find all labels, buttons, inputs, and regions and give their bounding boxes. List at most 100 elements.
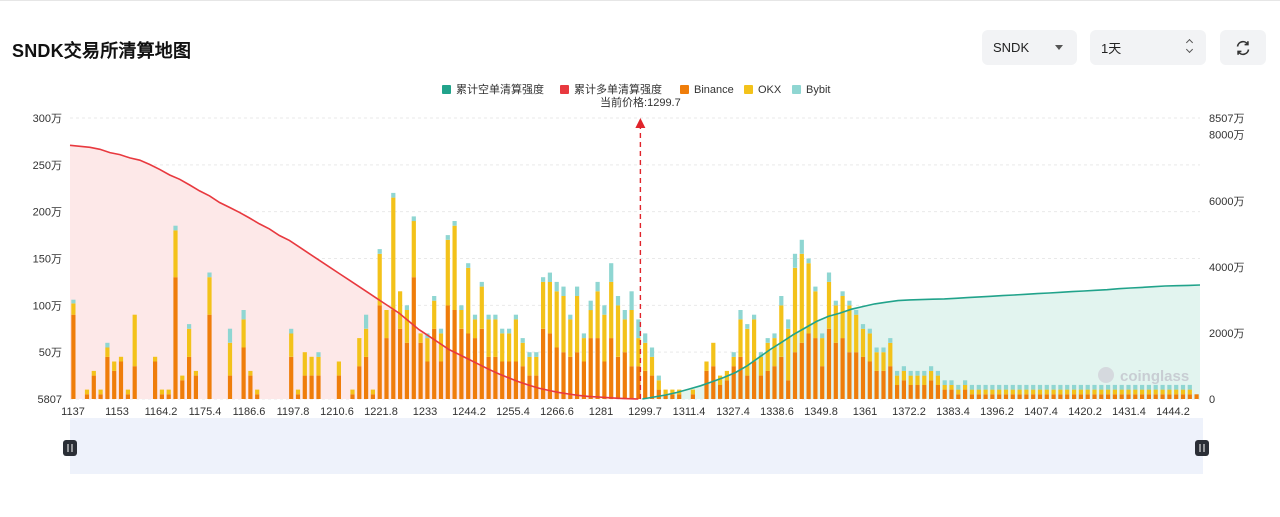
bar-bybit: [1106, 384, 1111, 390]
bar-okx: [125, 389, 130, 395]
x-tick-label: 1407.4: [1024, 406, 1058, 418]
bar-binance: [1174, 394, 1179, 399]
bar-binance: [398, 328, 403, 400]
bar-binance: [813, 338, 818, 399]
bar-okx: [302, 352, 307, 376]
bar-okx: [575, 296, 580, 353]
bar-binance: [418, 342, 423, 399]
bar-bybit: [615, 296, 621, 306]
legend-swatch: [560, 85, 569, 94]
bar-binance: [976, 394, 981, 399]
x-tick-label: 1420.2: [1068, 406, 1102, 418]
bar-binance: [806, 333, 811, 399]
bar-binance: [765, 370, 770, 399]
x-tick-label: 1186.6: [233, 406, 266, 418]
bar-binance: [888, 366, 893, 399]
bar-okx: [765, 342, 770, 371]
bar-okx: [513, 319, 518, 362]
bar-binance: [1024, 394, 1029, 399]
bar-okx: [718, 375, 723, 385]
bar-okx: [867, 333, 872, 362]
bar-okx: [888, 342, 893, 367]
bar-bybit: [602, 305, 607, 315]
bar-bybit: [860, 324, 866, 329]
range-slider-handle-left[interactable]: [63, 440, 77, 456]
bar-binance: [1037, 394, 1043, 399]
bar-binance: [997, 394, 1002, 399]
bar-okx: [1037, 389, 1043, 395]
bar-okx: [180, 375, 185, 381]
bar-bybit: [554, 281, 559, 292]
range-select[interactable]: 1天: [1090, 30, 1206, 65]
bar-okx: [479, 286, 484, 329]
bar-bybit: [479, 281, 484, 287]
y-right-tick-label: 8507万: [1209, 113, 1244, 125]
slider-handle-body: [63, 440, 77, 456]
bar-okx: [602, 314, 607, 362]
bar-binance: [118, 361, 124, 399]
bar-binance: [527, 375, 532, 399]
bar-binance: [105, 356, 110, 399]
bar-binance: [901, 380, 906, 399]
bar-bybit: [609, 263, 614, 282]
bar-binance: [1153, 394, 1158, 399]
bar-bybit: [411, 216, 416, 222]
bar-binance: [1003, 394, 1009, 399]
bar-okx: [997, 389, 1002, 395]
bar-binance: [1119, 394, 1124, 399]
bar-binance: [1085, 394, 1090, 399]
range-slider-handle-right[interactable]: [1195, 440, 1209, 456]
bar-bybit: [507, 328, 512, 334]
bar-okx: [255, 389, 260, 395]
bar-okx: [1187, 389, 1192, 395]
bar-okx: [860, 328, 866, 357]
refresh-button[interactable]: [1220, 30, 1266, 65]
bar-okx: [963, 384, 968, 390]
bar-binance: [438, 361, 444, 399]
bar-bybit: [799, 239, 804, 254]
bar-okx: [486, 319, 491, 357]
y-right-tick-label: 6000万: [1209, 196, 1244, 208]
bar-binance: [895, 384, 900, 399]
bar-binance: [786, 380, 791, 399]
bar-okx: [309, 356, 314, 376]
bar-okx: [112, 361, 117, 371]
bar-okx: [820, 338, 825, 367]
bar-okx: [1072, 389, 1077, 395]
bar-binance: [956, 394, 961, 399]
bar-okx: [418, 333, 423, 343]
bar-bybit: [1031, 384, 1036, 390]
bar-bybit: [227, 328, 233, 343]
bar-binance: [309, 375, 314, 399]
x-tick-label: 1210.6: [320, 406, 354, 418]
bar-okx: [949, 384, 954, 390]
symbol-select[interactable]: SNDK: [982, 30, 1077, 65]
x-tick-label: 1233: [413, 406, 437, 418]
bar-bybit: [513, 314, 518, 320]
bar-bybit: [1010, 384, 1015, 390]
bar-okx: [561, 296, 566, 353]
current-price-label: 当前价格:1299.7: [600, 95, 681, 109]
bar-okx: [826, 281, 832, 329]
bar-bybit: [1187, 384, 1192, 390]
bar-okx: [895, 375, 900, 385]
bar-bybit: [629, 291, 634, 310]
bar-binance: [1112, 394, 1117, 399]
bar-bybit: [187, 324, 192, 329]
bar-okx: [649, 356, 655, 376]
x-tick-label: 1255.4: [496, 406, 530, 418]
bar-okx: [704, 361, 709, 371]
bar-binance: [677, 394, 682, 399]
bar-bybit: [581, 333, 586, 339]
bar-okx: [854, 314, 859, 353]
bar-binance: [622, 352, 627, 399]
bar-bybit: [847, 300, 852, 306]
bar-bybit: [1003, 384, 1009, 390]
bar-okx: [615, 305, 621, 357]
bar-okx: [1126, 389, 1131, 395]
y-left-tick-label: 300万: [33, 113, 62, 125]
bar-okx: [1051, 389, 1056, 395]
bar-okx: [772, 338, 777, 367]
x-tick-label: 1244.2: [452, 406, 486, 418]
bar-binance: [949, 389, 954, 399]
